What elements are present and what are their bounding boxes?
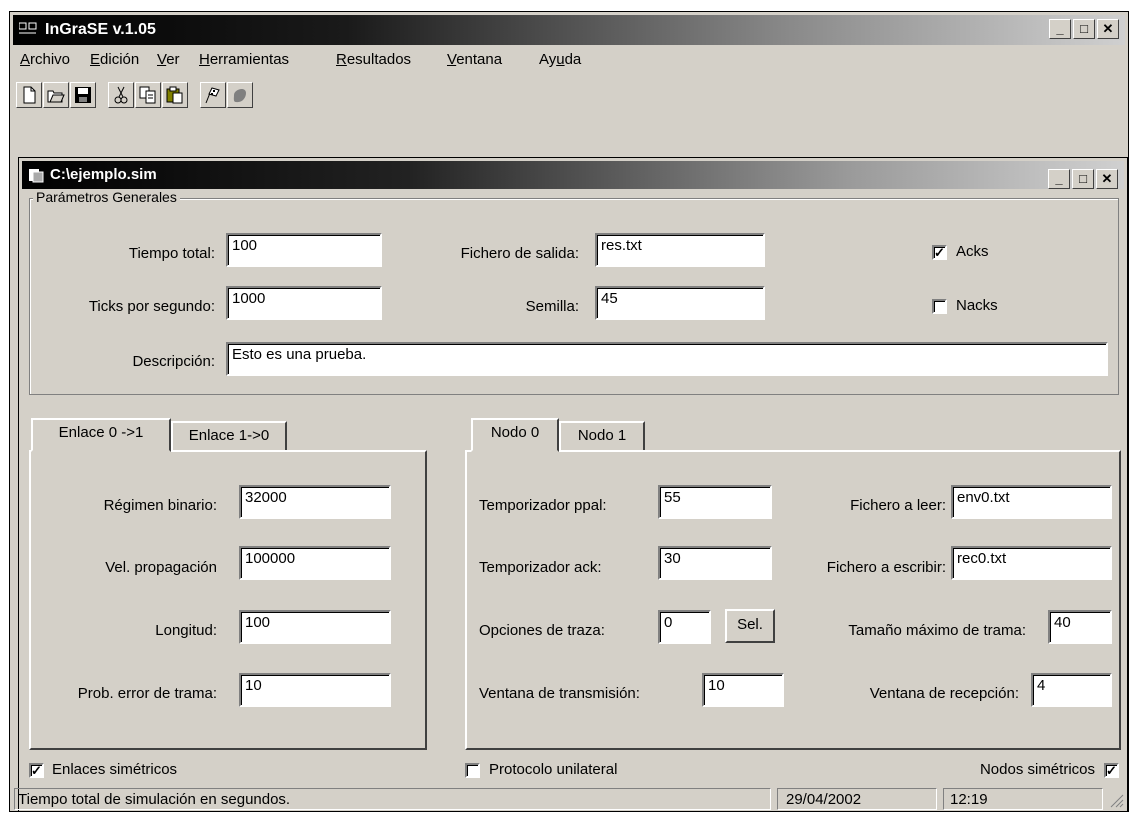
new-icon[interactable] — [16, 82, 42, 108]
ticks-label: Ticks por segundo: — [88, 298, 215, 315]
tam-trama-label: Tamaño máximo de trama: — [848, 622, 1026, 639]
fich-escribir-input[interactable]: rec0.txt — [951, 546, 1112, 580]
status-bar: Tiempo total de simulación en segundos. … — [14, 788, 1126, 810]
window-title: InGraSE v.1.05 — [45, 21, 156, 38]
prob-input[interactable]: 10 — [239, 673, 391, 707]
acks-checkbox[interactable]: ✓ — [932, 245, 947, 260]
menu-archivo[interactable]: Archivo — [20, 51, 70, 68]
ticks-input[interactable]: 1000 — [226, 286, 382, 320]
close-button[interactable]: ✕ — [1097, 19, 1119, 39]
vent-tx-label: Ventana de transmisión: — [479, 685, 640, 702]
sel-button[interactable]: Sel. — [725, 609, 775, 643]
temp-ppal-input[interactable]: 55 — [658, 485, 772, 519]
general-params-legend: Parámetros Generales — [33, 189, 180, 205]
nodos-simetricos-checkbox[interactable]: ✓ — [1104, 763, 1119, 778]
desktop: InGraSE v.1.05 _ □ ✕ Archivo Edición Ver… — [0, 0, 1133, 819]
copy-icon[interactable] — [135, 82, 161, 108]
regimen-label: Régimen binario: — [103, 497, 217, 514]
vel-input[interactable]: 100000 — [239, 546, 391, 580]
flags-icon[interactable] — [200, 82, 226, 108]
cut-icon[interactable] — [108, 82, 134, 108]
vent-rx-label: Ventana de recepción: — [869, 685, 1019, 702]
status-time: 12:19 — [943, 788, 1103, 810]
descripcion-input[interactable]: Esto es una prueba. — [226, 342, 1108, 376]
opciones-label: Opciones de traza: — [479, 622, 605, 639]
protocolo-unilateral-label: Protocolo unilateral — [489, 761, 618, 778]
menu-ayuda[interactable]: Ayuda — [539, 51, 581, 68]
temp-ack-input[interactable]: 30 — [658, 546, 772, 580]
document-title-bar[interactable]: C:\ejemplo.sim _ □ ✕ — [22, 161, 1124, 189]
title-bar[interactable]: InGraSE v.1.05 _ □ ✕ — [13, 15, 1125, 45]
tab-nodo-1[interactable]: Nodo 1 — [559, 421, 645, 453]
nacks-checkbox[interactable] — [932, 299, 947, 314]
menu-edicion[interactable]: Edición — [90, 51, 139, 68]
descripcion-label: Descripción: — [132, 353, 215, 370]
regimen-input[interactable]: 32000 — [239, 485, 391, 519]
semilla-label: Semilla: — [525, 298, 579, 315]
tab-nodo-0[interactable]: Nodo 0 — [471, 418, 559, 452]
fich-escribir-label: Fichero a escribir: — [826, 559, 946, 576]
doc-minimize-button[interactable]: _ — [1048, 169, 1070, 189]
temp-ppal-label: Temporizador ppal: — [479, 497, 607, 514]
menu-herramientas[interactable]: Herramientas — [199, 51, 289, 68]
document-title: C:\ejemplo.sim — [50, 166, 157, 183]
tab-enlace-1-0[interactable]: Enlace 1->0 — [171, 421, 287, 453]
maximize-button[interactable]: □ — [1073, 19, 1095, 39]
acks-label: Acks — [956, 243, 989, 260]
minimize-button[interactable]: _ — [1049, 19, 1071, 39]
resize-grip-icon[interactable] — [1108, 792, 1124, 808]
prob-label: Prob. error de trama: — [77, 685, 217, 702]
document-icon — [29, 169, 44, 183]
app-icon — [19, 22, 37, 34]
nodos-simetricos-label: Nodos simétricos — [979, 761, 1095, 778]
vel-label: Vel. propagación — [105, 559, 217, 576]
opciones-input[interactable]: 0 — [658, 610, 711, 644]
nacks-label: Nacks — [956, 297, 998, 314]
doc-close-button[interactable]: ✕ — [1096, 169, 1118, 189]
tiempo-total-input[interactable]: 100 — [226, 233, 382, 267]
longitud-input[interactable]: 100 — [239, 610, 391, 644]
toolbar — [14, 78, 1124, 116]
menu-ventana[interactable]: Ventana — [447, 51, 502, 68]
temp-ack-label: Temporizador ack: — [479, 559, 602, 576]
doc-maximize-button[interactable]: □ — [1072, 169, 1094, 189]
document-window: C:\ejemplo.sim _ □ ✕ Parámetros Generale… — [18, 157, 1128, 812]
vent-rx-input[interactable]: 4 — [1031, 673, 1112, 707]
main-window: InGraSE v.1.05 _ □ ✕ Archivo Edición Ver… — [9, 11, 1129, 812]
tiempo-total-label: Tiempo total: — [128, 245, 215, 262]
status-date: 29/04/2002 — [777, 788, 937, 810]
fichero-salida-input[interactable]: res.txt — [595, 233, 765, 267]
fichero-salida-label: Fichero de salida: — [460, 245, 579, 262]
protocolo-unilateral-checkbox[interactable] — [465, 763, 480, 778]
save-icon[interactable] — [70, 82, 96, 108]
enlaces-simetricos-label: Enlaces simétricos — [52, 761, 178, 778]
longitud-label: Longitud: — [155, 622, 217, 639]
open-icon[interactable] — [43, 82, 69, 108]
vent-tx-input[interactable]: 10 — [702, 673, 784, 707]
enlaces-simetricos-checkbox[interactable]: ✓ — [29, 763, 44, 778]
menu-ver[interactable]: Ver — [157, 51, 180, 68]
tab-enlace-0-1[interactable]: Enlace 0 ->1 — [31, 418, 171, 452]
tam-trama-input[interactable]: 40 — [1048, 610, 1112, 644]
fich-leer-label: Fichero a leer: — [850, 497, 946, 514]
fich-leer-input[interactable]: env0.txt — [951, 485, 1112, 519]
paste-icon[interactable] — [162, 82, 188, 108]
status-message: Tiempo total de simulación en segundos. — [14, 788, 771, 810]
run-icon[interactable] — [227, 82, 253, 108]
menu-resultados[interactable]: Resultados — [336, 51, 411, 68]
semilla-input[interactable]: 45 — [595, 286, 765, 320]
